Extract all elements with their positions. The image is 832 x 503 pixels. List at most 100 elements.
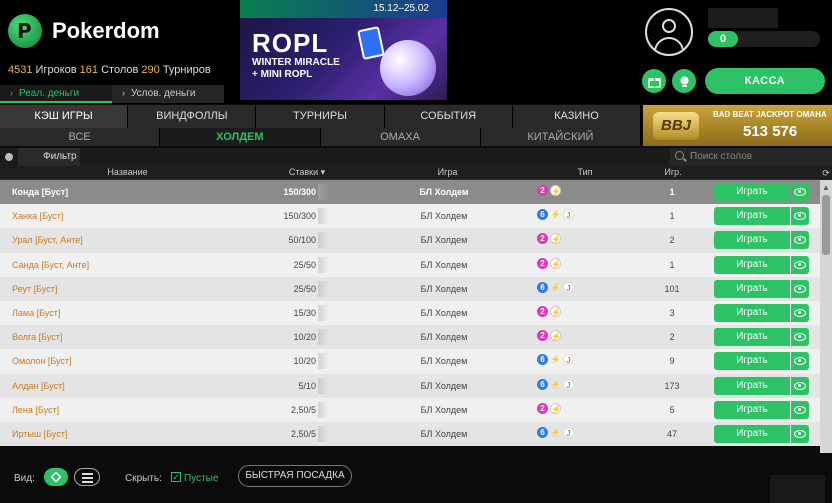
table-name[interactable]: Урал [Буст, Анте] xyxy=(12,235,83,245)
play-button[interactable]: Играть xyxy=(714,231,790,250)
gift-button[interactable] xyxy=(642,69,666,93)
filter-button[interactable]: Фильтр xyxy=(18,148,80,166)
watch-button[interactable] xyxy=(791,231,809,250)
table-name[interactable]: Омолон [Буст] xyxy=(12,356,72,366)
scroll-thumb[interactable] xyxy=(822,195,830,255)
play-button[interactable]: Играть xyxy=(714,425,790,443)
watch-button[interactable] xyxy=(791,255,809,274)
table-type: 6 ⚡ J xyxy=(537,281,574,293)
tab-cash-games[interactable]: КЭШ ИГРЫ xyxy=(0,105,129,128)
watch-button[interactable] xyxy=(791,352,809,371)
table-stakes: 10/20 xyxy=(293,332,316,343)
play-button[interactable]: Играть xyxy=(714,255,790,274)
search-placeholder: Поиск столов xyxy=(690,151,753,162)
table-row[interactable]: Алдан [Буст] 5/10 БЛ Холдем 6 ⚡ J 173 Играть xyxy=(0,373,820,398)
watch-button[interactable] xyxy=(791,207,809,226)
tab-tournaments[interactable]: ТУРНИРЫ xyxy=(256,105,385,128)
subtab-omaha[interactable]: ОМАХА xyxy=(320,128,481,146)
subtab-all[interactable]: ВСЕ xyxy=(0,128,161,146)
tab-casino[interactable]: КАЗИНО xyxy=(512,105,642,128)
table-name[interactable]: Санда [Буст, Анте] xyxy=(12,260,89,270)
eye-icon xyxy=(794,188,806,196)
empty-label[interactable]: Пустые xyxy=(184,473,218,484)
tab-play-money[interactable]: › Услов. деньги xyxy=(112,85,224,103)
refresh-icon[interactable]: ⟳ xyxy=(820,166,832,180)
eye-icon xyxy=(794,381,806,390)
bolt-icon: ⚡ xyxy=(550,233,561,245)
watch-button[interactable] xyxy=(791,400,809,419)
table-row[interactable]: Реут [Буст] 25/50 БЛ Холдем 6 ⚡ J 101 Играть xyxy=(0,276,820,301)
money-tabs: › Реал. деньги › Услов. деньги xyxy=(0,85,224,103)
col-game[interactable]: Игра xyxy=(360,167,535,177)
table-name[interactable]: Алдан [Буст] xyxy=(12,381,65,391)
watch-button[interactable] xyxy=(791,376,809,395)
table-row[interactable]: Ханка [Буст] 150/300 БЛ Холдем 6 ⚡ J 1 Играть xyxy=(0,204,820,229)
table-game: БЛ Холдем xyxy=(420,283,468,294)
table-row[interactable]: Волга [Буст] 10/20 БЛ Холдем 2 ⚡ 2 Играть xyxy=(0,325,820,350)
play-button[interactable]: Играть xyxy=(714,352,790,371)
play-button[interactable]: Играть xyxy=(714,279,790,298)
table-name[interactable]: Волга [Буст] xyxy=(12,332,62,342)
search-icon xyxy=(675,151,684,160)
table-row[interactable]: Урал [Буст, Анте] 50/100 БЛ Холдем 2 ⚡ 2 Играт… xyxy=(0,228,820,253)
table-name[interactable]: Конда [Буст] xyxy=(12,187,68,197)
col-players[interactable]: Игр. xyxy=(635,167,711,177)
promo-banner[interactable]: 15.12–25.02 ROPL WINTER MIRACLE + MINI R… xyxy=(240,0,447,100)
table-row[interactable]: Лена [Буст] 2,50/5 БЛ Холдем 2 ⚡ 5 Играть xyxy=(0,397,820,422)
tab-real-money[interactable]: › Реал. деньги xyxy=(0,85,112,103)
watch-button[interactable] xyxy=(791,304,809,322)
kassa-button[interactable]: КАССА xyxy=(705,68,825,94)
table-name[interactable]: Реут [Буст] xyxy=(12,284,57,294)
chevron-right-icon: › xyxy=(122,88,125,98)
watch-button[interactable] xyxy=(791,183,809,201)
search-input[interactable]: Поиск столов xyxy=(670,148,832,166)
stakes-redacted xyxy=(318,377,328,394)
col-stakes[interactable]: Ставки ▾ xyxy=(255,167,359,178)
balance-bar[interactable]: 0 xyxy=(708,31,820,47)
view-stack-button[interactable] xyxy=(44,468,68,486)
watch-button[interactable] xyxy=(791,279,809,298)
play-button[interactable]: Играть xyxy=(714,304,790,322)
table-row[interactable]: Омолон [Буст] 10/20 БЛ Холдем 6 ⚡ J 9 Играть xyxy=(0,349,820,374)
play-button[interactable]: Играть xyxy=(714,400,790,419)
table-row[interactable]: Иртыш [Буст] 2,50/5 БЛ Холдем 6 ⚡ J 47 Играть xyxy=(0,422,820,447)
subtab-chinese[interactable]: КИТАЙСКИЙ xyxy=(480,128,641,146)
col-type[interactable]: Тип xyxy=(535,167,635,177)
table-row[interactable]: Конда [Буст] 150/300 БЛ Холдем 2 ⚡ 1 Играть xyxy=(0,180,820,205)
scroll-up-icon[interactable]: ▲ xyxy=(822,183,830,192)
play-button[interactable]: Играть xyxy=(714,328,790,347)
jackpot-banner[interactable]: BBJ BAD BEAT JACKPOT OMAHA 513 576 xyxy=(643,105,832,146)
banner-chip-icon xyxy=(380,40,436,96)
category-tabs: КЭШ ИГРЫ ВИНДФОЛЛЫ ТУРНИРЫ СОБЫТИЯ КАЗИН… xyxy=(0,105,642,128)
watch-button[interactable] xyxy=(791,328,809,347)
view-list-button[interactable] xyxy=(74,468,100,486)
jackpot-j-icon: J xyxy=(563,427,574,438)
fast-seat-button[interactable]: БЫСТРАЯ ПОСАДКА xyxy=(238,465,352,487)
filter-toggle-icon[interactable] xyxy=(5,153,13,161)
table-row[interactable]: Лама [Буст] 15/30 БЛ Холдем 2 ⚡ 3 Играть xyxy=(0,301,820,326)
trophy-button[interactable] xyxy=(672,69,696,93)
col-name[interactable]: Название xyxy=(0,167,255,177)
play-button[interactable]: Играть xyxy=(714,376,790,395)
eye-icon xyxy=(794,405,806,414)
bolt-icon: ⚡ xyxy=(550,330,561,342)
watch-button[interactable] xyxy=(791,425,809,443)
list-line-icon xyxy=(82,481,93,483)
tab-windfalls[interactable]: ВИНДФОЛЛЫ xyxy=(128,105,257,128)
table-name[interactable]: Лена [Буст] xyxy=(12,405,59,415)
table-name[interactable]: Иртыш [Буст] xyxy=(12,429,67,439)
table-name[interactable]: Ханка [Буст] xyxy=(12,211,63,221)
seats-badge: 2 xyxy=(537,306,548,317)
user-avatar[interactable] xyxy=(645,8,693,56)
footer-hidden-area xyxy=(770,475,825,503)
play-button[interactable]: Играть xyxy=(714,183,790,201)
empty-checkbox[interactable]: ✓ xyxy=(171,472,181,482)
gift-icon xyxy=(647,77,661,88)
subtab-holdem[interactable]: ХОЛДЕМ xyxy=(160,128,321,146)
table-name[interactable]: Лама [Буст] xyxy=(12,308,60,318)
table-row[interactable]: Санда [Буст, Анте] 25/50 БЛ Холдем 2 ⚡ 1 Играт… xyxy=(0,252,820,277)
brand-logo[interactable]: Pokerdom xyxy=(8,12,178,50)
tab-events[interactable]: СОБЫТИЯ xyxy=(384,105,513,128)
table-game: БЛ Холдем xyxy=(420,211,468,222)
play-button[interactable]: Играть xyxy=(714,207,790,226)
